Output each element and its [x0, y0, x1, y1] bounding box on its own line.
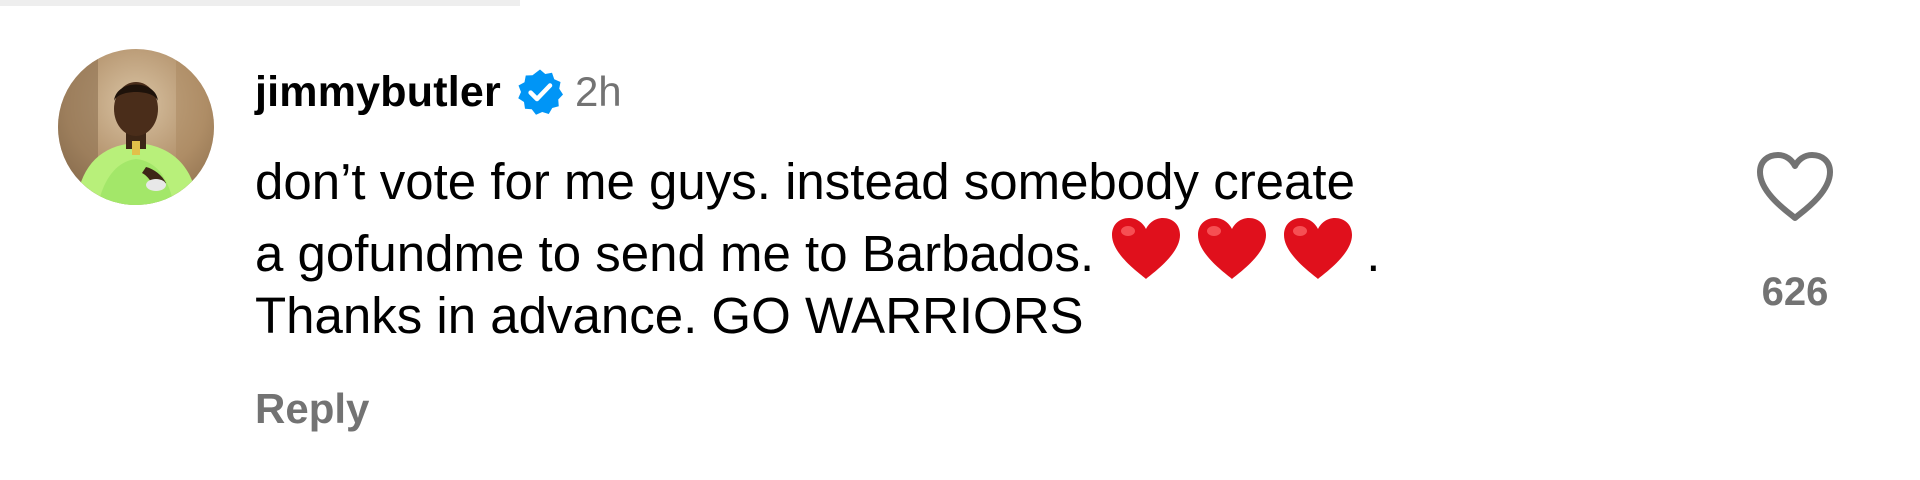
red-heart-emoji-icon: [1194, 215, 1270, 283]
comment-header: jimmybutler 2h: [255, 62, 622, 122]
comment-text: don’t vote for me guys. instead somebody…: [255, 148, 1655, 349]
avatar[interactable]: [58, 49, 214, 205]
avatar-image: [58, 49, 214, 205]
like-button[interactable]: [1754, 150, 1836, 224]
heart-outline-icon: [1757, 152, 1833, 221]
verified-badge-icon: [515, 67, 565, 117]
like-count: 626: [1761, 270, 1829, 314]
comment-item: jimmybutler 2h don’t vote for me guys. i…: [0, 0, 1920, 480]
comment-text-line-2-period: .: [1366, 225, 1381, 282]
comment-text-line-2: a gofundme to send me to Barbados.: [255, 225, 1095, 282]
comment-text-line-1: don’t vote for me guys. instead somebody…: [255, 153, 1355, 210]
red-heart-emoji-icon: [1280, 215, 1356, 283]
reply-button[interactable]: Reply: [255, 385, 369, 433]
comment-timestamp: 2h: [574, 68, 622, 115]
username-link[interactable]: jimmybutler: [255, 68, 501, 117]
red-heart-emoji-icon: [1108, 215, 1184, 283]
comment-text-line-2-wrapper: a gofundme to send me to Barbados..: [255, 215, 1655, 282]
heart-emoji-group: [1108, 215, 1366, 283]
comment-text-line-3: Thanks in advance. GO WARRIORS: [255, 287, 1084, 344]
